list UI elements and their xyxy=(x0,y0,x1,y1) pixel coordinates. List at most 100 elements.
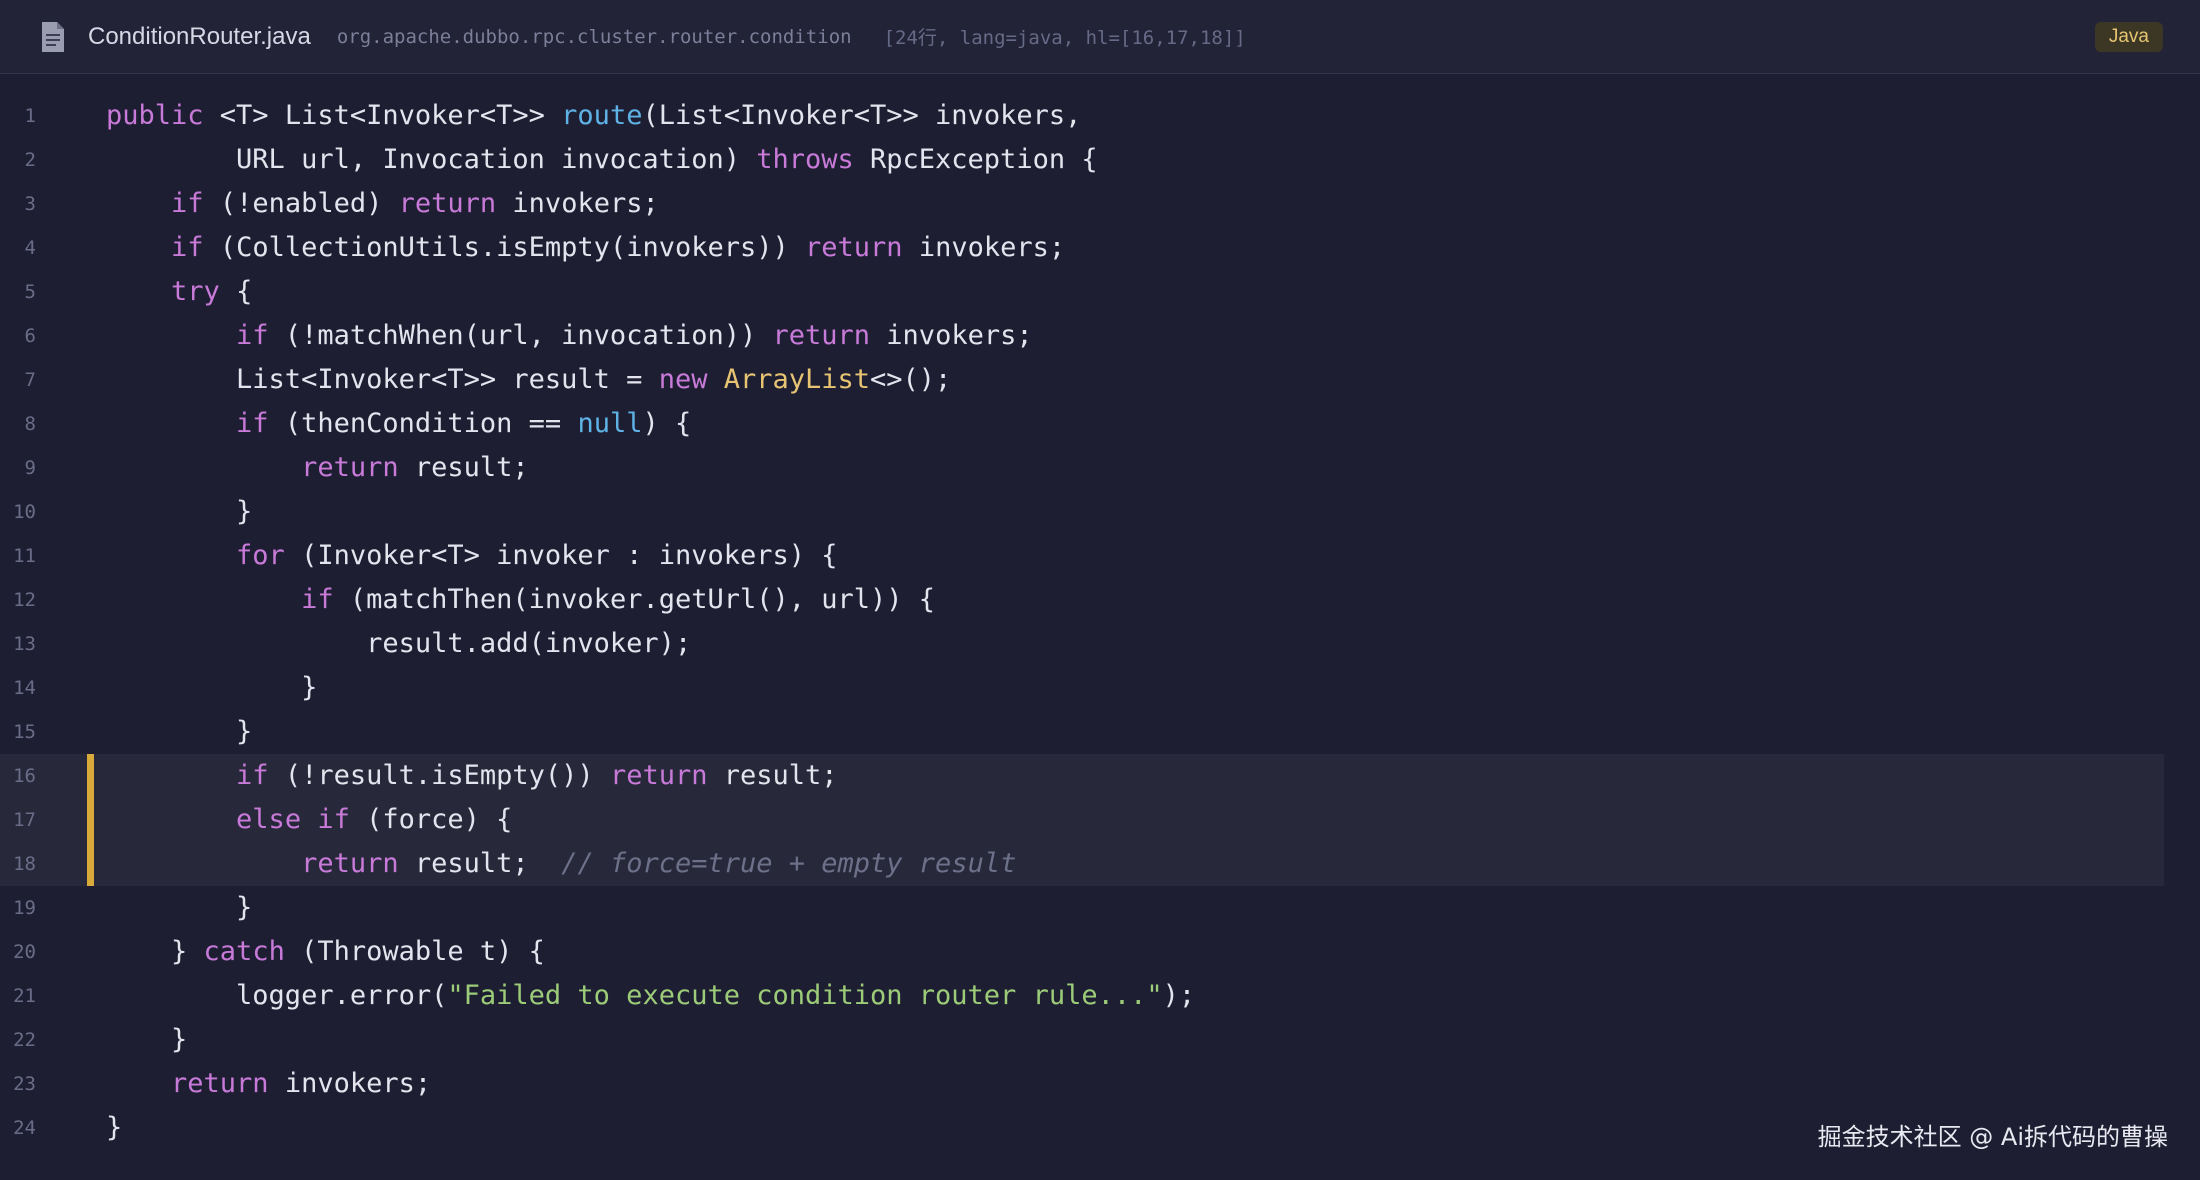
file-name: ConditionRouter.java xyxy=(88,22,311,50)
line-number: 16 xyxy=(13,765,36,787)
code-token: invokers; xyxy=(918,232,1066,263)
code-token: return xyxy=(301,452,415,483)
code-token: result.add(invoker); xyxy=(106,628,692,659)
code-text: public <T> List<Invoker<T>> route(List<I… xyxy=(106,94,1081,138)
code-line: 17 else if (force) { xyxy=(0,798,2164,842)
line-number: 22 xyxy=(13,1029,36,1051)
code-token: catch xyxy=(203,936,302,967)
code-token: List<Invoker<T>> result = xyxy=(106,364,659,395)
code-text: else if (force) { xyxy=(106,798,512,842)
code-token: URL url, Invocation invocation) xyxy=(106,144,757,175)
code-token: else if xyxy=(236,804,367,835)
code-token: "Failed to execute condition router rule… xyxy=(447,980,1163,1011)
code-token: (!enabled) xyxy=(219,188,399,219)
code-text: } catch (Throwable t) { xyxy=(106,930,545,974)
line-number: 20 xyxy=(13,941,36,963)
line-number: 14 xyxy=(13,677,36,699)
code-token: { xyxy=(236,276,253,307)
code-token: if xyxy=(301,584,350,615)
code-token: <T> List<Invoker<T>> xyxy=(219,100,562,131)
code-token: try xyxy=(171,276,237,307)
code-token: } xyxy=(106,936,204,967)
code-token: result; xyxy=(414,848,562,879)
code-text: } xyxy=(106,710,252,754)
code-line: 19 } xyxy=(0,886,2200,930)
code-token: invokers; xyxy=(284,1068,432,1099)
line-number: 10 xyxy=(13,501,36,523)
code-line: 20 } catch (Throwable t) { xyxy=(0,930,2200,974)
code-text: try { xyxy=(106,270,252,314)
code-token: (Invoker<T> invoker : invokers) { xyxy=(301,540,838,571)
code-token: ArrayList xyxy=(723,364,871,395)
code-token: (!result.isEmpty()) xyxy=(284,760,610,791)
code-line: 3 if (!enabled) return invokers; xyxy=(0,182,2200,226)
code-line: 9 return result; xyxy=(0,446,2200,490)
code-block: 1 public <T> List<Invoker<T>> route(List<… xyxy=(0,94,2200,1150)
code-line: 6 if (!matchWhen(url, invocation)) retur… xyxy=(0,314,2200,358)
code-token: } xyxy=(106,716,253,747)
language-badge: Java xyxy=(2094,22,2163,52)
code-line: 21 logger.error("Failed to execute condi… xyxy=(0,974,2200,1018)
code-token: logger.error( xyxy=(106,980,448,1011)
code-token: } xyxy=(106,496,253,527)
code-token: (Throwable t) { xyxy=(301,936,545,967)
code-token: public xyxy=(106,100,220,131)
code-token: route xyxy=(561,100,643,131)
code-token: } xyxy=(106,1024,188,1055)
line-number: 13 xyxy=(13,633,36,655)
code-text: result.add(invoker); xyxy=(106,622,691,666)
code-token: (force) { xyxy=(366,804,513,835)
line-number: 19 xyxy=(13,897,36,919)
code-token: invokers; xyxy=(886,320,1033,351)
code-line: 13 result.add(invoker); xyxy=(0,622,2200,666)
code-token: if xyxy=(236,320,285,351)
code-token: result; xyxy=(723,760,838,791)
code-text: } xyxy=(106,1018,187,1062)
code-token: ) { xyxy=(642,408,692,439)
code-token: if xyxy=(171,232,220,263)
line-number: 21 xyxy=(13,985,36,1007)
code-token: result; xyxy=(414,452,529,483)
package-name: org.apache.dubbo.rpc.cluster.router.cond… xyxy=(336,25,852,48)
code-text: for (Invoker<T> invoker : invokers) { xyxy=(106,534,838,578)
code-token: } xyxy=(106,892,253,923)
line-number: 8 xyxy=(24,413,36,435)
code-token: (!matchWhen(url, invocation)) xyxy=(284,320,773,351)
code-token: (CollectionUtils.isEmpty(invokers)) xyxy=(219,232,806,263)
code-token: return xyxy=(301,848,415,879)
code-token: return xyxy=(805,232,919,263)
code-line: 15 } xyxy=(0,710,2200,754)
code-line: 12 if (matchThen(invoker.getUrl(), url))… xyxy=(0,578,2200,622)
code-token: (matchThen(invoker.getUrl(), url)) { xyxy=(349,584,936,615)
code-token: <>(); xyxy=(870,364,952,395)
code-token: if xyxy=(171,188,220,219)
line-number: 5 xyxy=(24,281,36,303)
code-text: return invokers; xyxy=(106,1062,431,1106)
code-text: } xyxy=(106,886,252,930)
code-token: invokers; xyxy=(512,188,659,219)
code-token: if xyxy=(236,408,285,439)
code-token: throws xyxy=(756,144,871,175)
line-number: 9 xyxy=(24,457,36,479)
code-token: return xyxy=(609,760,724,791)
code-text: logger.error("Failed to execute conditio… xyxy=(106,974,1195,1018)
code-token: null xyxy=(577,408,643,439)
code-line: 8 if (thenCondition == null) { xyxy=(0,402,2200,446)
code-token: new xyxy=(658,364,724,395)
code-token: for xyxy=(236,540,302,571)
code-line: 5 try { xyxy=(0,270,2200,314)
code-token: } xyxy=(106,1112,123,1143)
line-number: 4 xyxy=(24,237,36,259)
code-token: (List<Invoker<T>> invokers, xyxy=(642,100,1082,131)
code-text: return result; xyxy=(106,446,529,490)
line-number: 1 xyxy=(24,105,36,127)
code-text: if (CollectionUtils.isEmpty(invokers)) r… xyxy=(106,226,1065,270)
line-number: 23 xyxy=(13,1073,36,1095)
